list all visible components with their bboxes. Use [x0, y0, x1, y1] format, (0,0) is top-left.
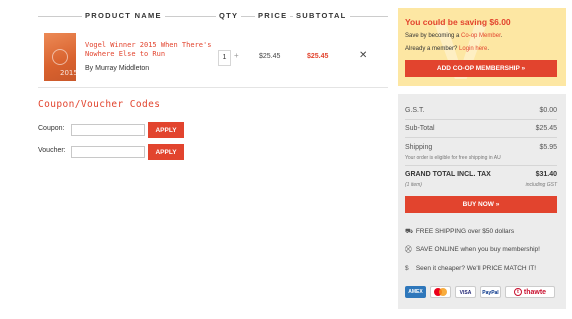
including-gst-note: including GST	[525, 182, 557, 188]
coupon-label: Coupon:	[38, 125, 65, 132]
divider	[405, 119, 557, 120]
membership-panel: V You could be saving $6.00 Save by beco…	[398, 8, 566, 86]
grand-total-label: GRAND TOTAL INCL. TAX	[405, 171, 491, 178]
cart-item-row: 2015 Vogel Winner 2015 When There's Nowh…	[38, 30, 388, 88]
membership-savings-title: You could be saving $6.00	[405, 17, 511, 27]
cart-section: PRODUCT NAME QTY PRICE SUBTOTAL 2015 Vog…	[0, 0, 388, 319]
save-end: .	[500, 33, 503, 39]
coupon-row: Coupon: APPLY	[38, 122, 188, 138]
membership-login-text: Already a member? Login here.	[405, 46, 489, 52]
subtotal-label: Sub-Total	[405, 125, 435, 132]
thawte-text: thawte	[523, 289, 547, 296]
product-title-link[interactable]: Vogel Winner 2015 When There's Nowhere E…	[85, 41, 215, 59]
apply-voucher-button[interactable]: APPLY	[148, 144, 184, 160]
order-summary-panel: G.S.T. $0.00 Sub-Total $25.45 Shipping $…	[398, 94, 566, 309]
quantity-plus-button[interactable]: +	[234, 51, 239, 60]
items-count: (1 item)	[405, 182, 422, 188]
perk-text: Seen it cheaper? We'll PRICE MATCH IT!	[415, 265, 537, 272]
quantity-input[interactable]: 1	[218, 50, 231, 66]
header-product: PRODUCT NAME	[82, 11, 165, 20]
grand-total-value: $31.40	[535, 171, 557, 178]
header-price: PRICE	[255, 11, 291, 20]
gst-value: $0.00	[539, 107, 557, 114]
amex-logo: AMEX	[405, 286, 426, 298]
item-price: $25.45	[259, 53, 281, 60]
login-end: .	[487, 46, 490, 52]
paypal-logo: PayPal	[480, 286, 501, 298]
membership-save-text: Save by becoming a Co-op Member.	[405, 33, 502, 39]
shipping-value: $5.95	[539, 144, 557, 151]
cover-year: 2015	[60, 69, 78, 77]
add-coop-membership-button[interactable]: ADD CO-OP MEMBERSHIP »	[405, 60, 557, 77]
coop-member-link[interactable]: Co-op Member	[461, 33, 501, 39]
voucher-label: Voucher:	[38, 147, 66, 154]
voucher-input[interactable]	[71, 146, 145, 158]
cart-header: PRODUCT NAME QTY PRICE SUBTOTAL	[38, 8, 388, 24]
product-author: By Murray Middleton	[85, 65, 150, 72]
thawte-check-icon: t	[513, 288, 522, 297]
buy-now-button[interactable]: BUY NOW »	[405, 196, 557, 213]
truck-icon: ⛟	[405, 228, 414, 235]
payment-methods: AMEX VISA PayPal t thawte	[405, 283, 557, 301]
perk-free-shipping: ⛟ FREE SHIPPING over $50 dollars	[405, 227, 514, 236]
item-subtotal: $25.45	[307, 53, 329, 60]
visa-logo: VISA	[455, 286, 476, 298]
book-cover-image[interactable]: 2015	[44, 33, 78, 81]
mastercard-logo	[430, 286, 451, 298]
dollar-icon: $	[405, 265, 409, 272]
divider	[405, 137, 557, 138]
shipping-label: Shipping	[405, 144, 433, 151]
divider	[405, 165, 557, 166]
thawte-logo: t thawte	[505, 286, 555, 298]
voucher-row: Voucher: APPLY	[38, 144, 188, 160]
gst-label: G.S.T.	[405, 107, 425, 114]
mastercard-circles-icon	[434, 288, 447, 296]
subtotal-value: $25.45	[535, 125, 557, 132]
save-text: Save by becoming a	[405, 33, 462, 39]
remove-item-icon[interactable]: ✕	[359, 50, 367, 61]
apply-coupon-button[interactable]: APPLY	[148, 122, 184, 138]
shipping-note: Your order is eligible for free shipping…	[405, 155, 501, 161]
coupons-heading: Coupon/Voucher Codes	[38, 99, 161, 110]
perk-text: FREE SHIPPING over $50 dollars	[415, 228, 515, 235]
already-text: Already a member?	[405, 46, 460, 52]
login-link[interactable]: Login here	[459, 46, 487, 52]
perk-save-online: ⛒ SAVE ONLINE when you buy membership!	[405, 246, 540, 254]
header-qty: QTY	[216, 11, 242, 20]
cover-emblem	[52, 49, 68, 65]
coupon-input[interactable]	[71, 124, 145, 136]
header-subtotal: SUBTOTAL	[293, 11, 350, 20]
cart-icon: ⛒	[405, 246, 412, 253]
perk-text: SAVE ONLINE when you buy membership!	[415, 246, 540, 253]
perk-price-match: $ Seen it cheaper? We'll PRICE MATCH IT!	[405, 265, 536, 272]
